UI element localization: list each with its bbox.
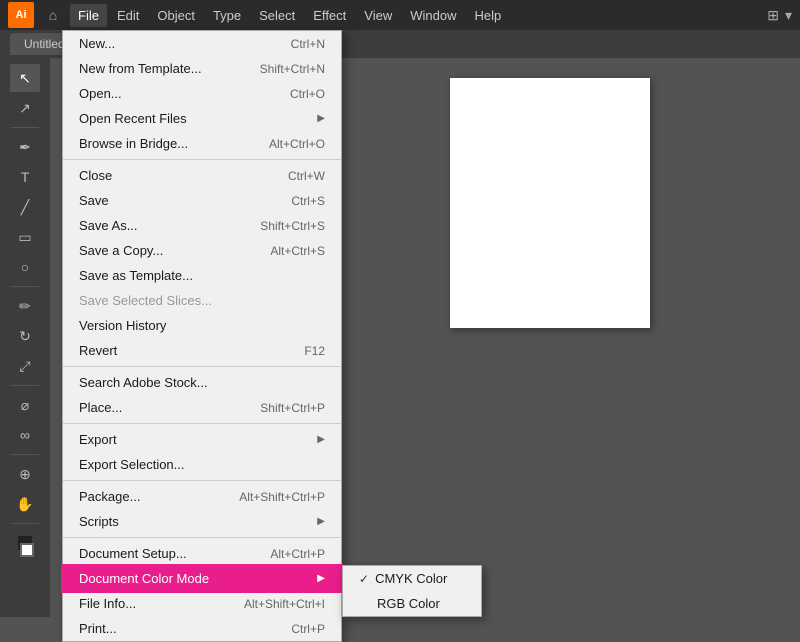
menu-help[interactable]: Help (466, 4, 509, 27)
tool-line[interactable]: ╱ (10, 193, 40, 221)
tool-type[interactable]: T (10, 163, 40, 191)
doc-color-submenu: ✓ CMYK Color RGB Color (342, 565, 482, 617)
sep-1 (63, 159, 341, 160)
menu-item-new-template[interactable]: New from Template... Shift+Ctrl+N (63, 56, 341, 81)
left-toolbar: ↖ ↗ ✒ T ╱ ▭ ○ ✏ ↻ ⤢ ⌀ ∞ ⊕ ✋ (0, 58, 50, 617)
canvas-page (450, 78, 650, 328)
doc-color-arrow: ▶ (317, 573, 325, 584)
tool-sep-2 (11, 286, 39, 287)
tool-pen[interactable]: ✒ (10, 133, 40, 161)
home-icon[interactable]: ⌂ (42, 4, 64, 26)
menu-effect[interactable]: Effect (305, 4, 354, 27)
menu-item-document-color-mode[interactable]: Document Color Mode ▶ ✓ CMYK Color RGB C… (63, 566, 341, 591)
submenu-rgb[interactable]: RGB Color (343, 591, 481, 616)
tool-eyedropper[interactable]: ⌀ (10, 391, 40, 419)
export-arrow: ▶ (317, 434, 325, 445)
menu-file[interactable]: File (70, 4, 107, 27)
menu-item-file-info[interactable]: File Info... Alt+Shift+Ctrl+I (63, 591, 341, 616)
tool-sep-1 (11, 127, 39, 128)
tool-fill-stroke[interactable] (10, 529, 40, 563)
tool-rotate[interactable]: ↻ (10, 322, 40, 350)
menu-item-place[interactable]: Place... Shift+Ctrl+P (63, 395, 341, 420)
sep-4 (63, 480, 341, 481)
menu-window[interactable]: Window (402, 4, 464, 27)
tool-ellipse[interactable]: ○ (10, 253, 40, 281)
tool-sep-3 (11, 385, 39, 386)
tool-sep-5 (11, 523, 39, 524)
menu-item-save-selected[interactable]: Save Selected Slices... (63, 288, 341, 313)
menu-item-open-recent[interactable]: Open Recent Files ▶ (63, 106, 341, 131)
menu-item-package[interactable]: Package... Alt+Shift+Ctrl+P (63, 484, 341, 509)
menu-item-browse-bridge[interactable]: Browse in Bridge... Alt+Ctrl+O (63, 131, 341, 156)
submenu-cmyk[interactable]: ✓ CMYK Color (343, 566, 481, 591)
menu-item-save-as[interactable]: Save As... Shift+Ctrl+S (63, 213, 341, 238)
scripts-arrow: ▶ (317, 516, 325, 527)
sep-3 (63, 423, 341, 424)
menu-bar-right: ⊞ ▾ (767, 7, 792, 24)
cmyk-check: ✓ (359, 572, 369, 586)
tool-brush[interactable]: ✏ (10, 292, 40, 320)
menu-select[interactable]: Select (251, 4, 303, 27)
menu-item-close[interactable]: Close Ctrl+W (63, 163, 341, 188)
menu-item-print[interactable]: Print... Ctrl+P (63, 616, 341, 641)
tool-hand[interactable]: ✋ (10, 490, 40, 518)
menu-bar: Ai ⌂ File Edit Object Type Select Effect… (0, 0, 800, 30)
ai-logo: Ai (8, 2, 34, 28)
menu-item-save[interactable]: Save Ctrl+S (63, 188, 341, 213)
menu-item-save-template[interactable]: Save as Template... (63, 263, 341, 288)
open-recent-arrow: ▶ (317, 113, 325, 124)
menu-item-document-setup[interactable]: Document Setup... Alt+Ctrl+P (63, 541, 341, 566)
tool-zoom[interactable]: ⊕ (10, 460, 40, 488)
tool-sep-4 (11, 454, 39, 455)
menu-item-scripts[interactable]: Scripts ▶ (63, 509, 341, 534)
sep-5 (63, 537, 341, 538)
tool-scale[interactable]: ⤢ (10, 352, 40, 380)
menu-edit[interactable]: Edit (109, 4, 147, 27)
menu-item-save-copy[interactable]: Save a Copy... Alt+Ctrl+S (63, 238, 341, 263)
menu-item-version-history[interactable]: Version History (63, 313, 341, 338)
tool-rect[interactable]: ▭ (10, 223, 40, 251)
tool-direct-select[interactable]: ↗ (10, 94, 40, 122)
menu-item-export[interactable]: Export ▶ (63, 427, 341, 452)
menu-item-export-selection[interactable]: Export Selection... (63, 452, 341, 477)
chevron-icon: ▾ (785, 7, 792, 24)
menu-item-revert[interactable]: Revert F12 (63, 338, 341, 363)
menu-object[interactable]: Object (149, 4, 203, 27)
grid-icon: ⊞ (767, 7, 779, 24)
tool-blend[interactable]: ∞ (10, 421, 40, 449)
file-dropdown-menu: New... Ctrl+N New from Template... Shift… (62, 30, 342, 642)
sep-2 (63, 366, 341, 367)
menu-item-open[interactable]: Open... Ctrl+O (63, 81, 341, 106)
menu-view[interactable]: View (356, 4, 400, 27)
menu-item-new[interactable]: New... Ctrl+N (63, 31, 341, 56)
tool-select[interactable]: ↖ (10, 64, 40, 92)
menu-item-search-stock[interactable]: Search Adobe Stock... (63, 370, 341, 395)
menu-type[interactable]: Type (205, 4, 249, 27)
